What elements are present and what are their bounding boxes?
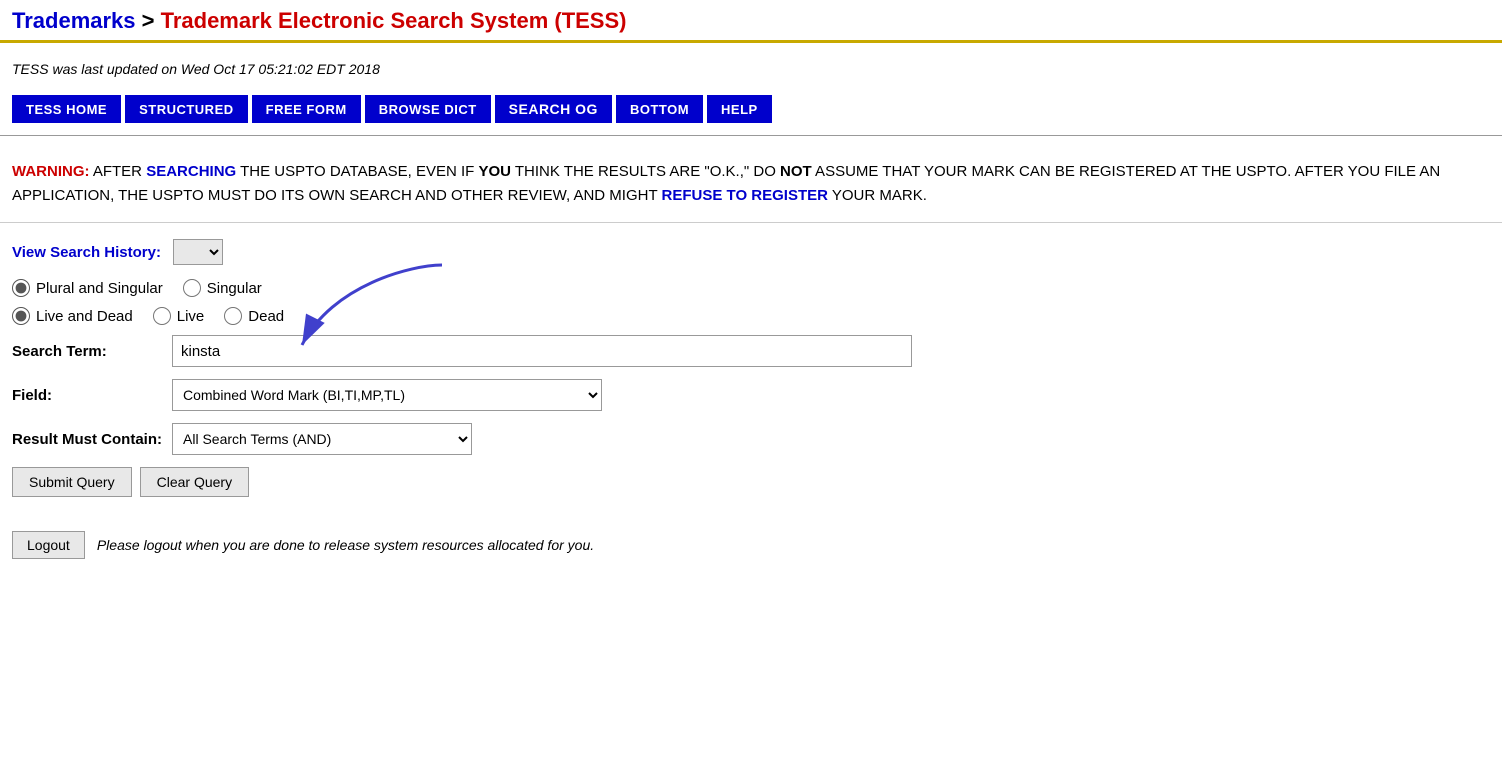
- field-row: Field: Combined Word Mark (BI,TI,MP,TL) …: [12, 379, 1490, 411]
- nav-structured[interactable]: STRUCTURED: [125, 95, 248, 123]
- singular-option[interactable]: Singular: [183, 279, 262, 297]
- nav-search-og[interactable]: SEARCH OG: [495, 95, 612, 123]
- live-dead-label: Live and Dead: [36, 308, 133, 325]
- warning-label: WARNING:: [12, 163, 90, 180]
- logout-button[interactable]: Logout: [12, 531, 85, 559]
- status-radio-row: Live and Dead Live Dead: [12, 307, 1490, 325]
- search-input-container: [172, 335, 912, 367]
- searching-text: SEARCHING: [146, 163, 236, 180]
- logout-row: Logout Please logout when you are done t…: [0, 527, 1502, 571]
- logout-note: Please logout when you are done to relea…: [97, 537, 594, 553]
- page-title: Trademarks > Trademark Electronic Search…: [12, 8, 1490, 34]
- result-select[interactable]: All Search Terms (AND) Any Search Term (…: [172, 423, 472, 455]
- warning-text1: AFTER: [90, 163, 147, 180]
- history-select[interactable]: [173, 239, 223, 265]
- field-select[interactable]: Combined Word Mark (BI,TI,MP,TL) Basic I…: [172, 379, 602, 411]
- plural-singular-label: Plural and Singular: [36, 280, 163, 297]
- dead-option[interactable]: Dead: [224, 307, 284, 325]
- refuse-link[interactable]: REFUSE TO REGISTER: [662, 187, 828, 204]
- singular-radio[interactable]: [183, 279, 201, 297]
- search-term-input[interactable]: [172, 335, 912, 367]
- plural-singular-option[interactable]: Plural and Singular: [12, 279, 163, 297]
- last-updated-text: TESS was last updated on Wed Oct 17 05:2…: [0, 43, 1502, 87]
- warning-text5: YOUR MARK.: [828, 187, 927, 204]
- result-must-contain-row: Result Must Contain: All Search Terms (A…: [12, 423, 1490, 455]
- warning-section: WARNING: AFTER SEARCHING THE USPTO DATAB…: [0, 150, 1502, 223]
- view-history-label: View Search History:: [12, 244, 161, 261]
- result-must-contain-label: Result Must Contain:: [12, 431, 172, 448]
- live-dead-option[interactable]: Live and Dead: [12, 307, 133, 325]
- search-section: View Search History: Plural and Singular…: [0, 223, 1502, 527]
- nav-tess-home[interactable]: TESS HOME: [12, 95, 121, 123]
- tess-title: Trademark Electronic Search System (TESS…: [161, 8, 627, 33]
- page-header: Trademarks > Trademark Electronic Search…: [0, 0, 1502, 43]
- dead-label: Dead: [248, 308, 284, 325]
- clear-query-button[interactable]: Clear Query: [140, 467, 249, 497]
- separator: >: [136, 8, 161, 33]
- submit-query-button[interactable]: Submit Query: [12, 467, 132, 497]
- search-term-label: Search Term:: [12, 343, 172, 360]
- warning-you: YOU: [478, 163, 511, 180]
- live-radio[interactable]: [153, 307, 171, 325]
- search-term-row: Search Term:: [12, 335, 1490, 367]
- nav-help[interactable]: HELP: [707, 95, 772, 123]
- navigation-bar: TESS HOME STRUCTURED FREE FORM BROWSE DI…: [0, 87, 1502, 136]
- live-dead-radio[interactable]: [12, 307, 30, 325]
- live-option[interactable]: Live: [153, 307, 205, 325]
- warning-text2: THE USPTO DATABASE, EVEN IF: [236, 163, 478, 180]
- warning-text3: THINK THE RESULTS ARE "O.K.," DO: [511, 163, 780, 180]
- live-label: Live: [177, 308, 205, 325]
- plural-singular-radio[interactable]: [12, 279, 30, 297]
- nav-browse-dict[interactable]: BROWSE DICT: [365, 95, 491, 123]
- warning-not: NOT: [780, 163, 812, 180]
- nav-free-form[interactable]: FREE FORM: [252, 95, 361, 123]
- action-buttons-row: Submit Query Clear Query: [12, 467, 1490, 497]
- singular-label: Singular: [207, 280, 262, 297]
- view-history-row: View Search History:: [12, 239, 1490, 265]
- dead-radio[interactable]: [224, 307, 242, 325]
- field-label: Field:: [12, 387, 172, 404]
- trademarks-text: Trademarks: [12, 8, 136, 33]
- nav-bottom[interactable]: BOTTOM: [616, 95, 703, 123]
- warning-paragraph: WARNING: AFTER SEARCHING THE USPTO DATAB…: [12, 160, 1490, 208]
- plurality-radio-row: Plural and Singular Singular: [12, 279, 1490, 297]
